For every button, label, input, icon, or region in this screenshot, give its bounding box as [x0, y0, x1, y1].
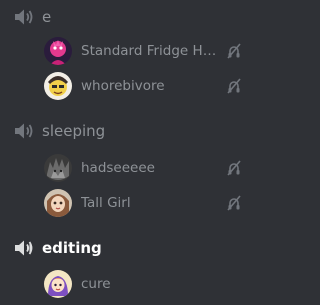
speaker-icon [15, 123, 33, 139]
grey-spiky-avatar-icon[interactable] [44, 154, 72, 182]
username: Standard Fridge Hei... [81, 43, 219, 59]
username: cure [81, 276, 111, 292]
voice-user[interactable]: cure [0, 268, 255, 300]
yellow-cartoon-avatar-icon[interactable] [44, 72, 72, 100]
purple-drawing-avatar-icon[interactable] [44, 270, 72, 298]
deafened-icon [227, 43, 241, 59]
deafened-icon [227, 195, 241, 211]
doll-face-avatar-icon[interactable] [44, 189, 72, 217]
voice-channel-editing[interactable]: editing [0, 236, 255, 260]
voice-user[interactable]: whorebivore [0, 70, 255, 102]
voice-channel-list: e Standard Fridge Hei... whorebivore sle… [0, 0, 255, 305]
speaker-icon [15, 240, 33, 256]
voice-user[interactable]: Tall Girl [0, 187, 255, 219]
username: whorebivore [81, 78, 165, 94]
deafened-icon [227, 160, 241, 176]
voice-user[interactable]: hadseeeee [0, 152, 255, 184]
username: hadseeeee [81, 160, 155, 176]
channel-name: sleeping [42, 122, 106, 140]
voice-channel-sleeping[interactable]: sleeping [0, 119, 255, 143]
deafened-icon [227, 78, 241, 94]
channel-name: editing [42, 239, 102, 257]
speaker-icon [15, 9, 33, 25]
channel-name: e [42, 8, 52, 26]
voice-channel-e[interactable]: e [0, 5, 255, 29]
pink-character-avatar-icon[interactable] [44, 37, 72, 65]
username: Tall Girl [81, 195, 131, 211]
voice-user[interactable]: Standard Fridge Hei... [0, 35, 255, 67]
